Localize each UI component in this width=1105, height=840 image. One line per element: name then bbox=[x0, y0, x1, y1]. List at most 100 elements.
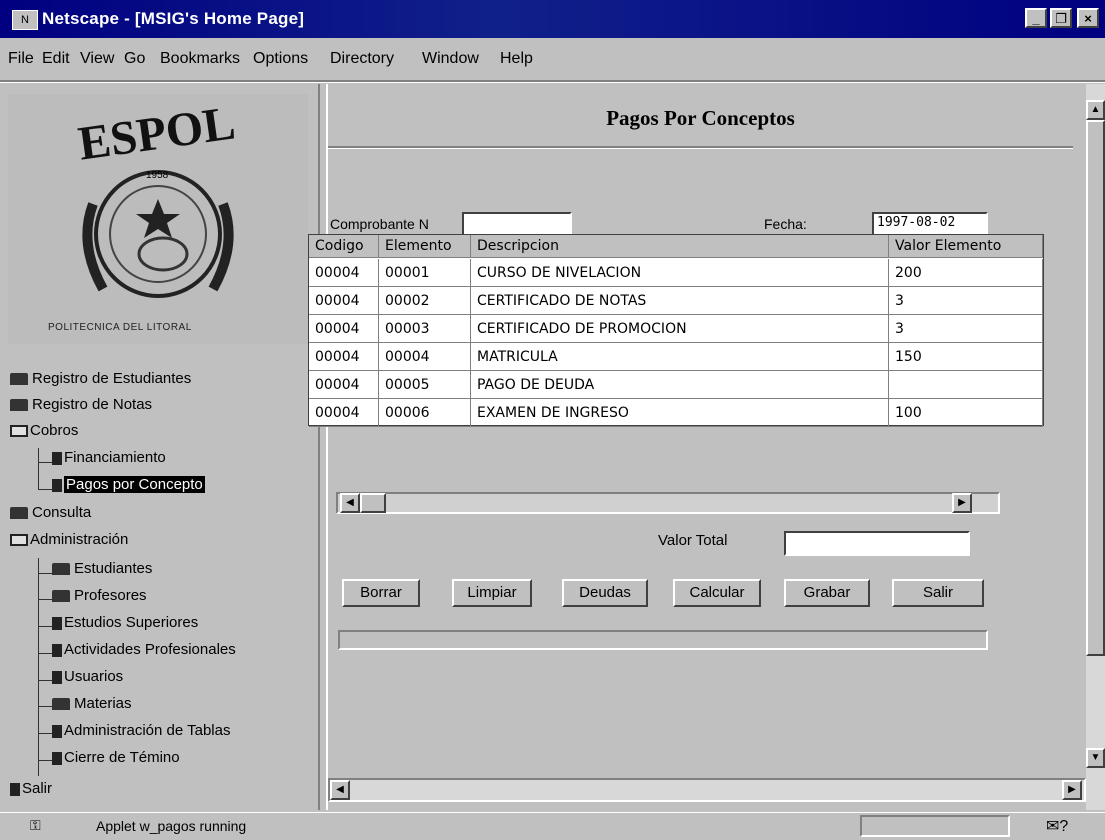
nav-financiamiento[interactable]: Financiamiento bbox=[52, 449, 166, 466]
nav-cobros[interactable]: Cobros bbox=[10, 422, 78, 439]
comprobante-field[interactable] bbox=[462, 212, 572, 236]
table-cell[interactable] bbox=[889, 371, 1043, 399]
scroll-down-icon[interactable]: ▼ bbox=[1086, 748, 1105, 768]
vscroll-thumb[interactable] bbox=[1086, 120, 1105, 656]
menu-options[interactable]: Options bbox=[253, 50, 308, 68]
table-cell[interactable]: 00004 bbox=[379, 343, 471, 371]
nav-materias[interactable]: Materias bbox=[52, 695, 132, 712]
scroll-thumb[interactable] bbox=[360, 493, 386, 513]
window-title: Netscape - [MSIG's Home Page] bbox=[42, 9, 305, 28]
nav-administracion[interactable]: Administración bbox=[10, 531, 128, 548]
document-icon bbox=[52, 451, 62, 465]
menu-window[interactable]: Window bbox=[422, 50, 479, 68]
status-bar: ⚿ Applet w_pagos running ✉? bbox=[0, 812, 1105, 840]
table-cell[interactable]: MATRICULA bbox=[471, 343, 889, 371]
nav-actividades-profesionales[interactable]: Actividades Profesionales bbox=[52, 641, 236, 658]
nav-salir[interactable]: Salir bbox=[10, 780, 52, 797]
nav-estudios-superiores[interactable]: Estudios Superiores bbox=[52, 614, 198, 631]
table-cell[interactable]: 00005 bbox=[379, 371, 471, 399]
nav-profesores[interactable]: Profesores bbox=[52, 587, 147, 604]
tree-connector bbox=[38, 733, 52, 734]
col-header-elemento[interactable]: Elemento bbox=[379, 235, 471, 258]
salir-button[interactable]: Salir bbox=[892, 579, 984, 607]
table-cell[interactable]: 100 bbox=[889, 399, 1043, 427]
close-button[interactable]: × bbox=[1077, 8, 1099, 28]
menu-view[interactable]: View bbox=[80, 50, 114, 68]
table-hscrollbar[interactable] bbox=[336, 492, 1000, 514]
table-cell[interactable]: 3 bbox=[889, 315, 1043, 343]
nav-label: Estudiantes bbox=[74, 560, 153, 577]
nav-usuarios[interactable]: Usuarios bbox=[52, 668, 123, 685]
nav-consulta[interactable]: Consulta bbox=[10, 504, 91, 521]
nav-registro-estudiantes[interactable]: Registro de Estudiantes bbox=[10, 370, 191, 387]
deudas-button[interactable]: Deudas bbox=[562, 579, 648, 607]
scroll-right-arrow-icon[interactable]: ▶ bbox=[952, 493, 972, 513]
left-nav-frame: ESPOL 1958 POLITECNICA DEL LITORAL Regis… bbox=[0, 84, 318, 810]
menu-directory[interactable]: Directory bbox=[330, 50, 394, 68]
col-header-descripcion[interactable]: Descripcion bbox=[471, 235, 889, 258]
nav-estudiantes[interactable]: Estudiantes bbox=[52, 560, 152, 577]
comprobante-label: Comprobante N bbox=[330, 216, 429, 232]
tree-connector bbox=[38, 680, 52, 681]
nav-registro-notas[interactable]: Registro de Notas bbox=[10, 396, 152, 413]
security-key-icon[interactable]: ⚿ bbox=[30, 817, 41, 834]
table-cell[interactable]: 00002 bbox=[379, 287, 471, 315]
fecha-label: Fecha: bbox=[764, 216, 807, 232]
tree-connector bbox=[38, 573, 52, 574]
nav-label: Estudios Superiores bbox=[64, 614, 199, 631]
title-bar[interactable]: N Netscape - [MSIG's Home Page] _ ❐ × bbox=[0, 0, 1105, 38]
col-header-codigo[interactable]: Codigo bbox=[309, 235, 379, 258]
limpiar-button[interactable]: Limpiar bbox=[452, 579, 532, 607]
nav-administracion-tablas[interactable]: Administración de Tablas bbox=[52, 722, 230, 739]
table-cell[interactable]: EXAMEN DE INGRESO bbox=[471, 399, 889, 427]
table-cell[interactable]: 00001 bbox=[379, 259, 471, 287]
calcular-button[interactable]: Calcular bbox=[673, 579, 761, 607]
table-cell[interactable]: CERTIFICADO DE NOTAS bbox=[471, 287, 889, 315]
nav-label: Usuarios bbox=[64, 668, 124, 685]
document-icon bbox=[52, 670, 62, 684]
nav-cierre-termino[interactable]: Cierre de Témino bbox=[52, 749, 180, 766]
restore-button[interactable]: ❐ bbox=[1050, 8, 1072, 28]
table-cell[interactable]: 00004 bbox=[309, 259, 379, 287]
nav-label: Salir bbox=[22, 780, 53, 797]
menu-edit[interactable]: Edit bbox=[42, 50, 70, 68]
scroll-up-icon[interactable]: ▲ bbox=[1086, 100, 1105, 120]
table-cell[interactable]: 00004 bbox=[309, 343, 379, 371]
page-scroll-left-icon[interactable]: ◀ bbox=[330, 780, 350, 800]
scroll-left-arrow-icon[interactable]: ◀ bbox=[340, 493, 360, 513]
minimize-button[interactable]: _ bbox=[1025, 8, 1047, 28]
mail-icon[interactable]: ✉? bbox=[1046, 816, 1068, 836]
table-cell[interactable]: 3 bbox=[889, 287, 1043, 315]
table-cell[interactable]: 00004 bbox=[309, 371, 379, 399]
menu-bookmarks[interactable]: Bookmarks bbox=[160, 50, 240, 68]
menu-go[interactable]: Go bbox=[124, 50, 145, 68]
table-cell[interactable]: 00004 bbox=[309, 287, 379, 315]
table-cell[interactable]: 00003 bbox=[379, 315, 471, 343]
frame-splitter[interactable] bbox=[318, 84, 328, 810]
logo-subtitle: POLITECNICA DEL LITORAL bbox=[48, 322, 192, 333]
menu-help[interactable]: Help bbox=[500, 50, 533, 68]
table-cell[interactable]: 00004 bbox=[309, 399, 379, 427]
document-icon bbox=[10, 782, 20, 796]
progress-panel bbox=[860, 815, 1010, 837]
table-cell[interactable]: 200 bbox=[889, 259, 1043, 287]
title-rule bbox=[328, 146, 1073, 149]
menu-file[interactable]: File bbox=[8, 50, 34, 68]
table-cell[interactable]: 00006 bbox=[379, 399, 471, 427]
netscape-icon[interactable]: N bbox=[12, 10, 38, 30]
table-cell[interactable]: 00004 bbox=[309, 315, 379, 343]
table-cell[interactable]: CURSO DE NIVELACION bbox=[471, 259, 889, 287]
borrar-button[interactable]: Borrar bbox=[342, 579, 420, 607]
fecha-field[interactable]: 1997-08-02 bbox=[872, 212, 988, 236]
conceptos-table[interactable]: Codigo Elemento Descripcion Valor Elemen… bbox=[308, 234, 1044, 427]
table-cell[interactable]: CERTIFICADO DE PROMOCION bbox=[471, 315, 889, 343]
page-vscrollbar[interactable]: ▲ ▼ bbox=[1086, 84, 1105, 810]
table-cell[interactable]: PAGO DE DEUDA bbox=[471, 371, 889, 399]
nav-pagos-por-concepto[interactable]: Pagos por Concepto bbox=[52, 476, 205, 493]
table-cell[interactable]: 150 bbox=[889, 343, 1043, 371]
page-hscrollbar[interactable] bbox=[328, 778, 1086, 802]
valor-total-field[interactable] bbox=[784, 531, 970, 556]
col-header-valor[interactable]: Valor Elemento bbox=[889, 235, 1043, 258]
page-scroll-right-icon[interactable]: ▶ bbox=[1062, 780, 1082, 800]
grabar-button[interactable]: Grabar bbox=[784, 579, 870, 607]
